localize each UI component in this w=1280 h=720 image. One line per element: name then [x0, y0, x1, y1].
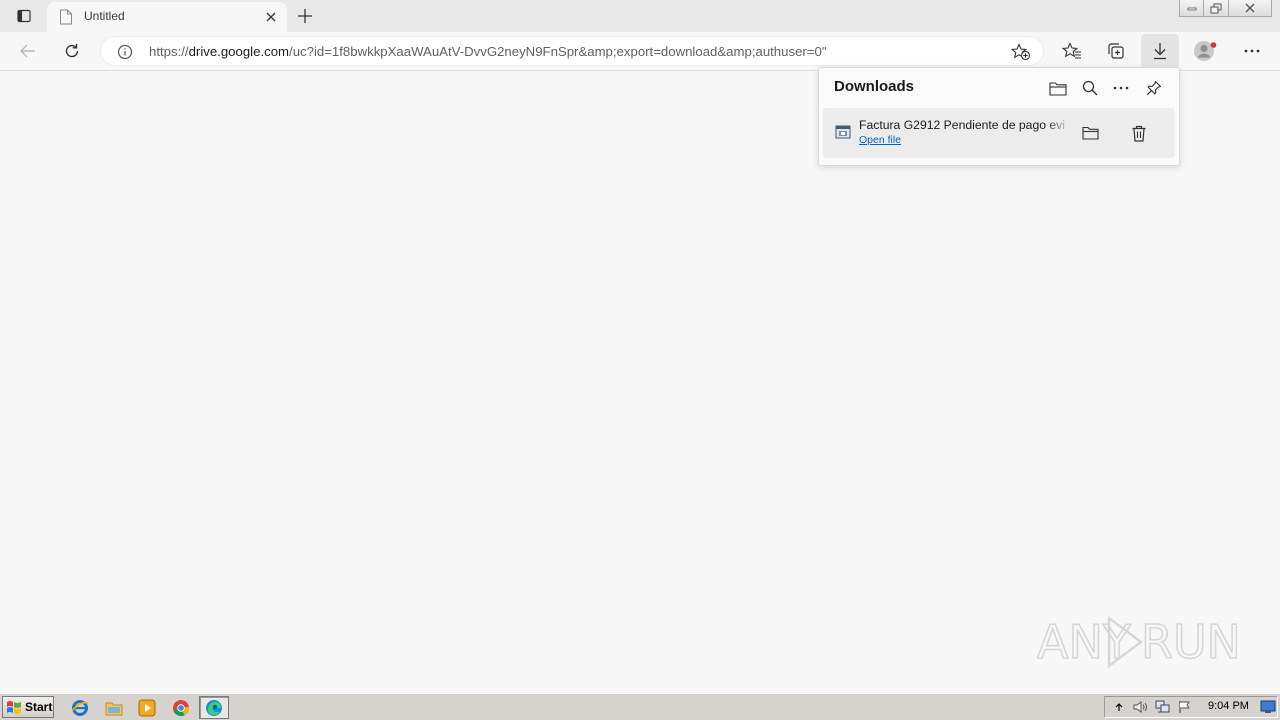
explorer-launcher[interactable] — [104, 698, 124, 718]
settings-more-button[interactable] — [1235, 35, 1269, 67]
file-icon — [835, 125, 851, 139]
collections-icon — [1108, 43, 1124, 59]
anyrun-watermark: ANY RUN — [1037, 614, 1237, 670]
restore-icon — [1210, 3, 1222, 13]
new-tab-button[interactable] — [293, 5, 317, 27]
url-path: /uc?id=1f8bwkkpXaaWAuAtV-DvvG2neyN9FnSpr… — [289, 44, 827, 59]
back-button[interactable] — [11, 35, 45, 67]
network-button[interactable] — [1155, 699, 1171, 715]
title-bar: Untitled — [0, 0, 1280, 32]
chrome-icon — [173, 700, 190, 717]
show-in-folder-button[interactable] — [1079, 122, 1101, 144]
trash-icon — [1132, 125, 1146, 142]
close-window-button[interactable] — [1229, 0, 1272, 17]
downloads-icon — [1154, 43, 1166, 60]
plus-icon — [298, 9, 312, 23]
ie-launcher[interactable] — [70, 698, 90, 718]
info-icon[interactable] — [117, 44, 133, 60]
url-scheme: https:// — [149, 44, 189, 59]
tab-untitled[interactable]: Untitled — [47, 2, 287, 32]
downloads-panel: Downloads Factura G2912 Pendiente de pag… — [818, 67, 1180, 166]
tab-actions-icon — [17, 9, 31, 23]
downloads-button[interactable] — [1141, 34, 1179, 68]
ie-icon — [71, 700, 89, 716]
network-icon — [1155, 700, 1170, 713]
edge-icon — [206, 699, 222, 716]
downloads-more-button[interactable] — [1110, 77, 1132, 99]
minimize-icon — [1187, 7, 1196, 11]
delete-download-button[interactable] — [1128, 122, 1150, 144]
chrome-launcher[interactable] — [171, 698, 191, 718]
flag-icon — [1179, 701, 1190, 713]
action-center-button[interactable] — [1177, 699, 1193, 715]
search-downloads-button[interactable] — [1079, 77, 1101, 99]
browser-toolbar: https://drive.google.com/uc?id=1f8bwkkpX… — [0, 32, 1280, 71]
back-icon — [20, 44, 35, 58]
page-icon — [60, 9, 72, 25]
system-tray — [1104, 696, 1278, 718]
collections-button[interactable] — [1099, 35, 1133, 67]
url-text[interactable]: https://drive.google.com/uc?id=1f8bwkkpX… — [149, 44, 827, 59]
explorer-icon — [105, 702, 123, 716]
close-icon — [266, 12, 276, 22]
open-downloads-folder-button[interactable] — [1047, 77, 1069, 99]
tray-expand-button[interactable] — [1111, 699, 1127, 715]
tab-close-button[interactable] — [263, 9, 279, 25]
downloads-title: Downloads — [834, 78, 915, 95]
refresh-icon — [65, 44, 79, 58]
tab-actions-button[interactable] — [12, 5, 36, 27]
pin-downloads-button[interactable] — [1143, 77, 1165, 99]
start-button[interactable]: Start — [2, 696, 54, 718]
folder-icon — [1081, 126, 1099, 140]
url-host: drive.google.com — [188, 44, 290, 59]
volume-button[interactable] — [1133, 699, 1149, 715]
address-bar[interactable]: https://drive.google.com/uc?id=1f8bwkkpX… — [100, 36, 1044, 66]
watermark-text-run: RUN — [1141, 615, 1237, 669]
start-label: Start — [25, 700, 53, 714]
windows-logo-icon — [7, 701, 21, 714]
media-player-launcher[interactable] — [137, 698, 157, 718]
profile-icon — [1194, 41, 1217, 61]
media-player-icon — [138, 699, 156, 717]
download-item[interactable]: Factura G2912 Pendiente de pago evi Open… — [823, 108, 1175, 158]
favorites-icon — [1062, 42, 1081, 59]
more-icon — [1113, 86, 1129, 90]
show-desktop-icon[interactable] — [1260, 700, 1276, 714]
add-favorite-icon[interactable] — [1011, 43, 1031, 61]
minimize-button[interactable] — [1179, 0, 1204, 17]
tab-title: Untitled — [84, 9, 125, 23]
search-icon — [1082, 80, 1098, 96]
edge-taskbar-button[interactable] — [199, 696, 229, 719]
folder-icon — [1049, 81, 1067, 96]
close-icon — [1245, 3, 1255, 13]
taskbar-clock[interactable]: 9:04 PM — [1208, 700, 1249, 712]
pin-icon — [1146, 80, 1162, 96]
window-controls — [1179, 0, 1272, 18]
taskbar: Start 9:04 PM — [0, 693, 1280, 720]
download-file-name: Factura G2912 Pendiente de pago evi — [859, 118, 1065, 132]
profile-button[interactable] — [1189, 35, 1223, 67]
favorites-button[interactable] — [1055, 35, 1089, 67]
refresh-button[interactable] — [55, 35, 89, 67]
restore-button[interactable] — [1204, 0, 1229, 17]
chevron-up-icon — [1115, 703, 1123, 711]
open-file-link[interactable]: Open file — [859, 134, 901, 146]
more-icon — [1244, 49, 1260, 53]
volume-icon — [1133, 701, 1147, 713]
